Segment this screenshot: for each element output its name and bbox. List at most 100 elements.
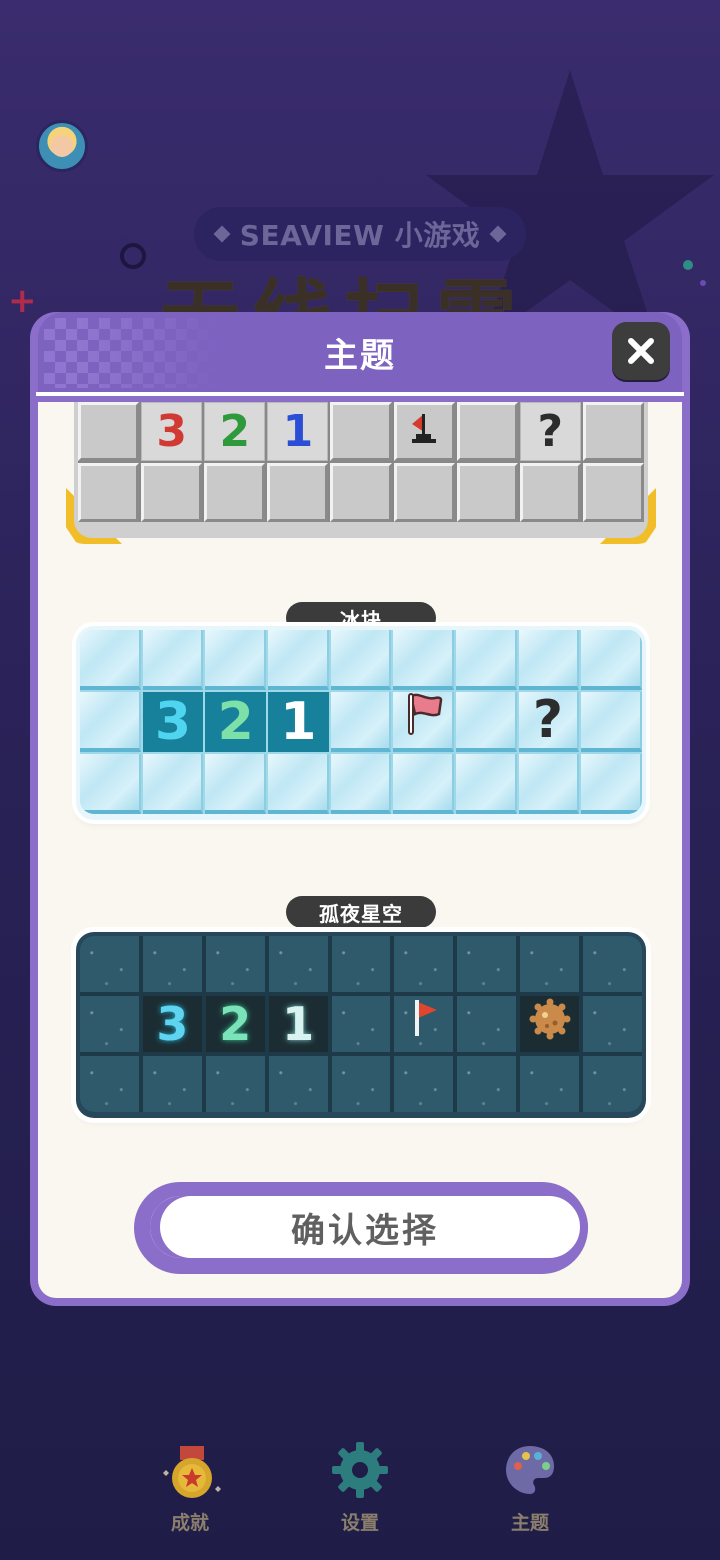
palette-icon	[500, 1440, 560, 1500]
grid-cell-covered	[393, 463, 455, 522]
grid-cell-number: 2	[204, 402, 266, 461]
grid-cell-covered	[393, 754, 454, 814]
grid-cell-covered	[142, 754, 204, 814]
grid-cell-covered	[142, 630, 204, 690]
grid-cell-covered	[78, 402, 140, 461]
brand-badge-label: SEAVIEW 小游戏	[239, 219, 481, 252]
close-button[interactable]	[612, 322, 670, 380]
grid-cell-number: 2	[205, 996, 265, 1052]
cell-number: 3	[156, 406, 187, 457]
user-avatar[interactable]	[36, 120, 88, 172]
cell-number: 1	[282, 406, 314, 457]
nav-label: 成就	[170, 1512, 209, 1534]
grid-cell-covered	[456, 754, 517, 814]
grid-cell-covered	[330, 630, 392, 690]
theme-preview-grid: 3 2 1?	[80, 630, 642, 814]
grid-cell-covered	[331, 996, 391, 1052]
grid-cell-covered	[78, 463, 140, 522]
grid-cell-question: ?	[519, 402, 581, 461]
grid-cell-number: 2	[205, 692, 266, 752]
brand-badge: SEAVIEW 小游戏	[194, 207, 526, 261]
decor-dot-icon	[683, 260, 693, 270]
flag-icon	[407, 996, 441, 1053]
grid-cell-covered	[80, 936, 139, 992]
grid-cell-number: 1	[268, 692, 329, 752]
grid-cell-covered	[205, 936, 265, 992]
grid-cell-number: 1	[267, 402, 329, 461]
decor-plus-icon: +	[8, 281, 37, 321]
grid-cell-covered	[456, 630, 517, 690]
flag-icon	[401, 690, 445, 751]
theme-modal: 主题 3 2 1? 冰块 3 2 1? 孤夜星空 321 确认选择	[30, 312, 690, 1306]
grid-cell-covered	[80, 1056, 139, 1112]
nav-item-theme[interactable]: 主题	[470, 1440, 590, 1535]
grid-cell-covered	[393, 630, 454, 690]
close-icon	[628, 338, 654, 364]
modal-title: 主题	[324, 335, 396, 376]
question-mark-icon: ?	[537, 406, 564, 457]
theme-preview-grid: 321	[80, 936, 642, 1112]
mine-icon	[527, 996, 573, 1053]
grid-cell-covered	[394, 1056, 454, 1112]
theme-list[interactable]: 3 2 1? 冰块 3 2 1? 孤夜星空 321 确认选择	[38, 402, 682, 1298]
grid-cell-covered	[205, 1056, 265, 1112]
modal-header: 主题	[38, 312, 682, 392]
grid-cell-flag	[393, 692, 454, 752]
grid-cell-number: 3	[141, 402, 203, 461]
theme-card-night-sky[interactable]: 321	[76, 932, 646, 1118]
grid-cell-covered	[456, 402, 518, 461]
grid-cell-covered	[520, 1056, 580, 1112]
grid-cell-covered	[582, 402, 644, 461]
cell-number: 3	[156, 997, 189, 1051]
grid-cell-flag	[393, 402, 455, 461]
theme-card-classic[interactable]: 3 2 1?	[74, 402, 648, 538]
grid-cell-covered	[518, 630, 580, 690]
grid-cell-flag	[394, 996, 454, 1053]
grid-cell-mine	[520, 996, 580, 1053]
grid-cell-number: 3	[142, 692, 204, 752]
grid-cell-question: ?	[518, 690, 580, 752]
checker-pattern	[44, 318, 224, 388]
grid-cell-covered	[581, 754, 642, 814]
question-mark-icon: ?	[532, 690, 564, 750]
decor-dot-icon	[700, 280, 706, 286]
grid-cell-covered	[268, 936, 328, 992]
grid-cell-covered	[583, 936, 642, 992]
grid-cell-covered	[519, 463, 581, 522]
nav-label: 主题	[510, 1512, 549, 1534]
grid-cell-covered	[142, 1056, 202, 1112]
grid-cell-covered	[520, 936, 580, 992]
bottom-nav: 成就 设置 主题	[0, 1440, 720, 1550]
grid-cell-covered	[456, 692, 517, 752]
grid-cell-covered	[80, 692, 141, 752]
theme-preview-grid: 3 2 1?	[78, 402, 644, 522]
grid-cell-covered	[331, 1056, 391, 1112]
theme-card-ice[interactable]: 3 2 1?	[76, 626, 646, 820]
grid-cell-covered	[205, 754, 266, 814]
grid-cell-covered	[331, 936, 391, 992]
cell-number: 1	[282, 997, 315, 1051]
grid-cell-covered	[330, 754, 392, 814]
grid-cell-covered	[80, 630, 141, 690]
grid-cell-covered	[330, 463, 392, 522]
nav-item-achievements[interactable]: 成就	[130, 1440, 250, 1535]
grid-cell-covered	[582, 463, 644, 522]
cell-number: 2	[219, 997, 252, 1051]
grid-cell-covered	[394, 936, 454, 992]
flag-icon	[406, 406, 442, 457]
confirm-button[interactable]: 确认选择	[142, 1188, 588, 1266]
cell-number: 3	[154, 692, 192, 752]
grid-cell-covered	[518, 754, 580, 814]
avatar-face-icon	[51, 135, 73, 157]
grid-cell-covered	[80, 996, 139, 1052]
cell-number: 1	[280, 692, 317, 752]
gear-icon	[330, 1440, 390, 1500]
nav-item-settings[interactable]: 设置	[300, 1440, 420, 1535]
grid-cell-number: 3	[142, 996, 202, 1052]
grid-cell-covered	[268, 630, 329, 690]
diamond-icon	[213, 225, 231, 243]
grid-cell-covered	[330, 692, 392, 752]
grid-cell-covered	[205, 630, 266, 690]
grid-cell-covered	[457, 936, 517, 992]
nav-label: 设置	[340, 1512, 379, 1534]
